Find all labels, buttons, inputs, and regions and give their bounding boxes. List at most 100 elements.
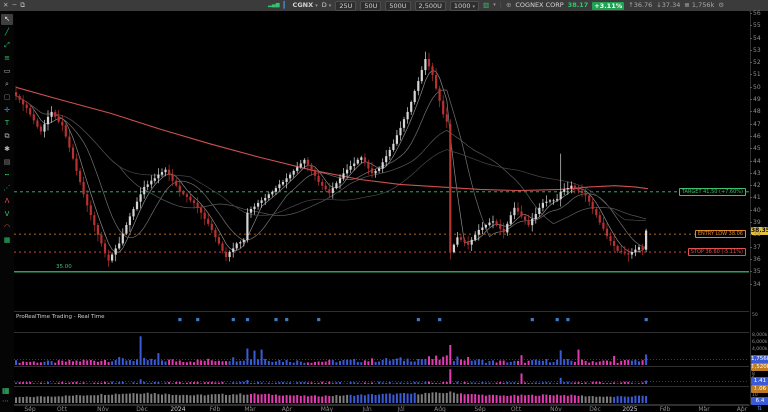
- price-tick-label: 43: [753, 170, 761, 177]
- axis-month-label: 2024: [170, 406, 185, 412]
- price-axis[interactable]: 38.35 5655545352515049484746454443424140…: [750, 11, 768, 405]
- price-tick-label: 48: [753, 108, 761, 115]
- support-level-label: 35.00: [56, 264, 72, 270]
- toolbar-cluster: ▂▄▆ ▎ CGNX ▾ D ▾ 25U 50U 500U 2,500U 100…: [268, 0, 724, 11]
- qty-button-1[interactable]: 25U: [335, 1, 356, 11]
- ray-tool[interactable]: ⤢: [1, 40, 13, 51]
- qty-button-3[interactable]: 500U: [385, 1, 410, 11]
- dotted-line-tool[interactable]: ┅: [1, 170, 13, 181]
- volume-histogram: [14, 336, 749, 365]
- price-tick-label: 53: [753, 47, 761, 54]
- eraser-tool[interactable]: ▤: [1, 157, 13, 168]
- chart-type-caret[interactable]: ▾: [493, 0, 496, 11]
- price-chart-canvas[interactable]: [14, 11, 749, 310]
- symbol-selector[interactable]: CGNX ▾: [293, 0, 318, 12]
- session-low: ↑36.76: [628, 0, 652, 11]
- axis-month-label: Oct: [57, 406, 67, 412]
- red-moving-average: [16, 87, 648, 190]
- drawing-toolbar: ↖ ╱ ⤢ ≡ ▭ ⌕ ▢ ✛ T ⧉ ✱ ▤ ┅ ⋰ ΛV ◠ ▦: [0, 11, 15, 412]
- interval-selector[interactable]: D ▾: [322, 0, 332, 12]
- axis-month-label: Sep: [474, 406, 485, 412]
- layout-grid-icon[interactable]: ▦: [2, 386, 10, 395]
- price-tick-label: 56: [753, 10, 761, 17]
- entry-order-label[interactable]: ENTRY LOW 38.06: [695, 230, 746, 238]
- panel-axis-tick: 8,000k: [752, 333, 768, 338]
- axis-month-label: Mar: [698, 406, 709, 412]
- volatility-histogram: [15, 391, 647, 403]
- volume-last-badge: 1,756k: [751, 355, 768, 363]
- screenshot-tool[interactable]: ▢: [1, 92, 13, 103]
- axis-month-label: 2025: [622, 406, 637, 412]
- axis-month-label: Apr: [282, 406, 292, 412]
- signal-dots: [178, 318, 648, 321]
- settings-tool[interactable]: ✱: [1, 144, 13, 155]
- last-price: 38.17: [568, 0, 589, 11]
- pointer-tool[interactable]: ↖: [1, 14, 13, 25]
- zigzag-tool[interactable]: Λ: [1, 196, 13, 207]
- crosshair-tool[interactable]: ✛: [1, 105, 13, 116]
- price-tick-label: 50: [753, 84, 761, 91]
- trendline-tool[interactable]: ╱: [1, 27, 13, 38]
- trade-level-lines[interactable]: [14, 192, 749, 272]
- axis-month-label: Nov: [97, 406, 109, 412]
- price-tick-label: 36: [753, 256, 761, 263]
- axis-month-label: Dec: [589, 406, 601, 412]
- window-close-icon[interactable]: ✕: [3, 0, 8, 11]
- price-tick-label: 34: [753, 281, 761, 288]
- axis-month-label: Feb: [210, 406, 221, 412]
- text-tool[interactable]: T: [1, 118, 13, 129]
- chart-type-icon[interactable]: ▥: [483, 0, 489, 11]
- price-tick-label: 54: [753, 35, 761, 42]
- price-tick-label: 38: [753, 231, 761, 238]
- price-tick-label: 46: [753, 133, 761, 140]
- qty-button-4[interactable]: 2,500U: [415, 1, 446, 11]
- order-size-selector[interactable]: 1000 ▾: [450, 1, 479, 11]
- panel-axis-tick: 50: [752, 313, 758, 318]
- price-tick-label: 44: [753, 158, 761, 165]
- panel-axis-tick: 6,000k: [752, 340, 768, 345]
- instrument-name: COGNEX CORP: [515, 0, 563, 11]
- time-axis[interactable]: SepOctNovDec2024FebMarAprMayJunJulAugSep…: [14, 405, 750, 412]
- oscillator-histogram: [14, 369, 749, 384]
- fib-grid-tool[interactable]: ▦: [1, 235, 13, 246]
- price-tick-label: 45: [753, 145, 761, 152]
- zoom-tool[interactable]: ⌕: [1, 79, 13, 90]
- duplicate-tool[interactable]: ⧉: [1, 131, 13, 142]
- indicator-panels-canvas[interactable]: [14, 310, 749, 405]
- axis-month-label: Mar: [244, 406, 255, 412]
- parallel-lines-tool[interactable]: ⋰: [1, 183, 13, 194]
- axis-month-label: Apr: [737, 406, 747, 412]
- scale-adjust-icon[interactable]: ⇅: [757, 405, 762, 412]
- axis-month-label: Aug: [434, 406, 446, 412]
- oscillator-last-badge: 1.41: [751, 377, 768, 385]
- stop-order-label[interactable]: STOP 36.60 (-5.11%): [688, 248, 746, 256]
- price-tick-label: 40: [753, 207, 761, 214]
- more-tools-icon[interactable]: ⋯: [2, 397, 9, 405]
- volatility-last-badge: 6.4: [751, 397, 768, 405]
- qty-button-2[interactable]: 50U: [360, 1, 381, 11]
- toolbar-divider: |: [500, 0, 502, 11]
- gray-moving-averages: [16, 70, 646, 252]
- change-percent-badge: +3.11%: [592, 2, 624, 10]
- axis-month-label: Feb: [660, 406, 671, 412]
- axis-month-label: May: [321, 406, 333, 412]
- session-high: ↓37.34: [656, 0, 680, 11]
- arc-tool[interactable]: ◠: [1, 222, 13, 233]
- pattern-tool[interactable]: V: [1, 209, 13, 220]
- window-minimize-icon[interactable]: ─: [12, 0, 16, 11]
- price-tick-label: 35: [753, 268, 761, 275]
- rectangle-tool[interactable]: ▭: [1, 66, 13, 77]
- price-tick-label: 47: [753, 121, 761, 128]
- price-tick-label: 39: [753, 219, 761, 226]
- compare-icon[interactable]: ⊕: [506, 0, 511, 11]
- settings-gear-icon[interactable]: ⚙: [718, 0, 724, 11]
- window-restore-icon[interactable]: ⧉: [20, 0, 25, 11]
- fib-retracement-tool[interactable]: ≡: [1, 53, 13, 64]
- depth-gauge-icon: ▎: [284, 0, 289, 11]
- trading-platform-window: ✕ ─ ⧉ ▂▄▆ ▎ CGNX ▾ D ▾ 25U 50U 500U 2,50…: [0, 0, 768, 412]
- target-order-label[interactable]: TARGET 41.50 (+7.60%): [679, 188, 746, 196]
- price-tick-label: 37: [753, 244, 761, 251]
- price-tick-label: 51: [753, 71, 761, 78]
- axis-month-label: Jul: [397, 406, 404, 412]
- price-tick-label: 49: [753, 96, 761, 103]
